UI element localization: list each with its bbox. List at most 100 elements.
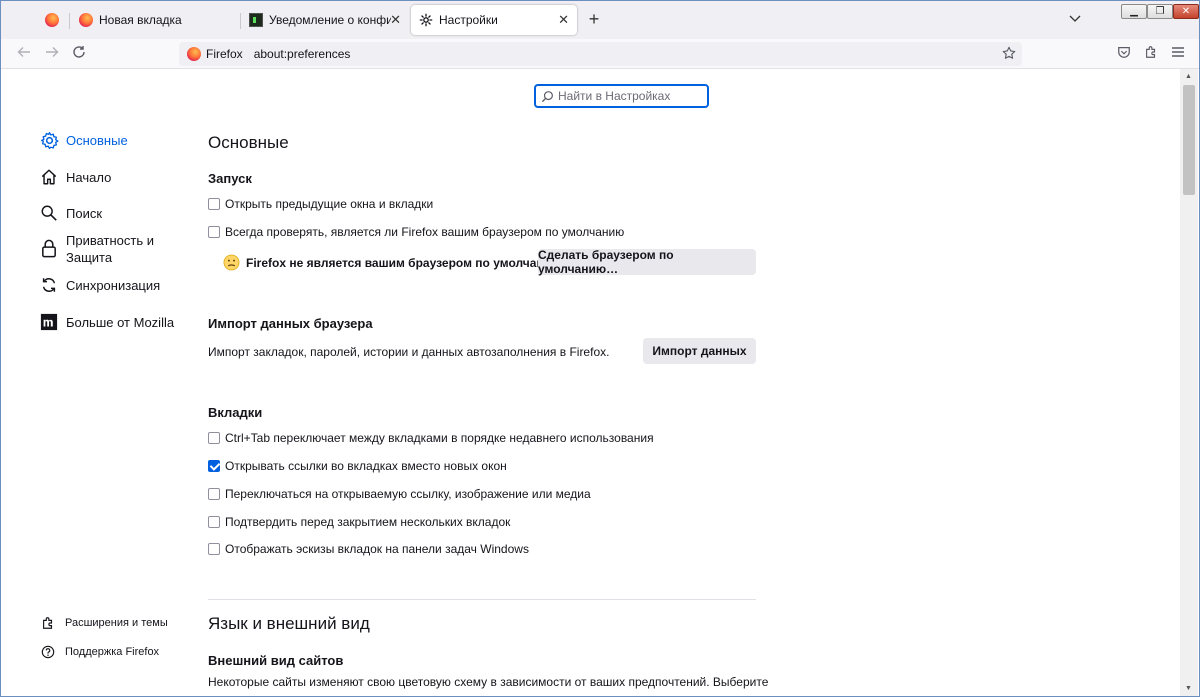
sidebar-item-sync[interactable]: Синхронизация bbox=[39, 275, 176, 295]
new-tab-plus-icon[interactable]: + bbox=[585, 10, 603, 28]
back-arrow-icon[interactable] bbox=[15, 45, 33, 63]
open-links-in-tabs-checkbox[interactable] bbox=[208, 460, 220, 472]
sidebar-link-firefox-support[interactable]: Поддержка Firefox bbox=[41, 645, 159, 659]
tab-new-tab[interactable]: Новая вкладка bbox=[71, 5, 239, 35]
sidebar-item-home[interactable]: Начало bbox=[39, 167, 176, 187]
page-title: Основные bbox=[208, 133, 289, 152]
tab-label: Уведомление о конфиденциа bbox=[269, 13, 391, 27]
sidebar-link-extensions-themes[interactable]: Расширения и темы bbox=[41, 616, 168, 630]
sidebar-item-label: Больше от Mozilla bbox=[66, 315, 175, 330]
browser-window: Новая вкладка Уведомление о конфиденциа … bbox=[0, 0, 1200, 697]
tab-settings[interactable]: Настройки ✕ bbox=[411, 5, 577, 35]
scroll-thumb[interactable] bbox=[1183, 85, 1195, 195]
url-text[interactable]: about:preferences bbox=[254, 47, 351, 61]
ctrl-tab-checkbox-row[interactable]: Ctrl+Tab переключает между вкладками в п… bbox=[208, 431, 654, 445]
restore-session-checkbox-row[interactable]: Открыть предыдущие окна и вкладки bbox=[208, 197, 433, 211]
gear-icon bbox=[419, 13, 433, 27]
sidebar-item-label: Поиск bbox=[66, 206, 103, 221]
switch-to-new-tab-checkbox-row[interactable]: Переключаться на открываемую ссылку, изо… bbox=[208, 487, 591, 501]
sidebar-item-more-from-mozilla[interactable]: Больше от Mozilla bbox=[39, 312, 176, 332]
settings-search-box[interactable] bbox=[534, 84, 709, 108]
sync-icon bbox=[39, 275, 59, 295]
taskbar-previews-checkbox-row[interactable]: Отображать эскизы вкладок на панели зада… bbox=[208, 542, 529, 556]
website-appearance-description: Некоторые сайты изменяют свою цветовую с… bbox=[208, 675, 769, 689]
import-heading: Импорт данных браузера bbox=[208, 316, 373, 331]
make-default-button[interactable]: Сделать браузером по умолчанию… bbox=[538, 248, 756, 276]
firefox-logo-icon bbox=[79, 13, 93, 27]
default-status-text: Firefox не является вашим браузером по у… bbox=[246, 255, 562, 270]
ctrl-tab-checkbox[interactable] bbox=[208, 432, 220, 444]
warn-on-close-checkbox-row[interactable]: Подтвердить перед закрытием нескольких в… bbox=[208, 515, 510, 529]
checkbox-label: Всегда проверять, является ли Firefox ва… bbox=[225, 225, 625, 239]
sidebar-item-label: Приватность и Защита bbox=[66, 233, 155, 265]
import-data-button[interactable]: Импорт данных bbox=[643, 338, 756, 364]
mozilla-icon bbox=[39, 312, 59, 332]
import-description: Импорт закладок, паролей, истории и данн… bbox=[208, 345, 610, 359]
sidebar-item-label: Начало bbox=[66, 170, 112, 185]
tabs-heading: Вкладки bbox=[208, 405, 263, 420]
taskbar-previews-checkbox[interactable] bbox=[208, 543, 220, 555]
maximize-button[interactable]: ❐ bbox=[1147, 4, 1173, 19]
checkbox-label: Отображать эскизы вкладок на панели зада… bbox=[225, 542, 529, 556]
search-icon bbox=[39, 203, 59, 223]
site-identity[interactable]: Firefox bbox=[179, 47, 243, 61]
identity-label: Firefox bbox=[206, 47, 243, 61]
tab-bar: Новая вкладка Уведомление о конфиденциа … bbox=[1, 1, 1199, 39]
tab-pinned-firefox[interactable] bbox=[37, 5, 67, 35]
checkbox-label: Ctrl+Tab переключает между вкладками в п… bbox=[225, 431, 654, 445]
tab-label: Настройки bbox=[439, 13, 498, 27]
reload-icon[interactable] bbox=[70, 45, 88, 63]
address-bar[interactable]: Firefox about:preferences bbox=[179, 42, 1022, 66]
checkbox-label: Открыть предыдущие окна и вкладки bbox=[225, 197, 434, 211]
sidebar-item-label: Основные bbox=[66, 133, 128, 148]
check-default-browser-checkbox-row[interactable]: Всегда проверять, является ли Firefox ва… bbox=[208, 225, 624, 239]
bookmark-star-icon[interactable] bbox=[1002, 46, 1016, 63]
help-icon bbox=[41, 645, 55, 659]
puzzle-icon bbox=[43, 617, 53, 629]
search-icon bbox=[541, 90, 553, 102]
sidebar-item-search[interactable]: Поиск bbox=[39, 203, 176, 223]
home-icon bbox=[39, 167, 59, 187]
checkbox-label: Переключаться на открываемую ссылку, изо… bbox=[225, 487, 591, 501]
tab-privacy-notice[interactable]: Уведомление о конфиденциа ✕ bbox=[241, 5, 409, 35]
sidebar-item-privacy[interactable]: Приватность и Защита bbox=[39, 232, 176, 266]
checkbox-label: Открывать ссылки во вкладках вместо новы… bbox=[225, 459, 507, 473]
minimize-button[interactable]: ▁ bbox=[1121, 4, 1147, 19]
close-tab-icon[interactable]: ✕ bbox=[390, 12, 401, 28]
warn-on-close-checkbox[interactable] bbox=[208, 516, 220, 528]
forward-arrow-icon[interactable] bbox=[43, 45, 61, 63]
website-appearance-heading: Внешний вид сайтов bbox=[208, 653, 344, 668]
hamburger-menu-icon[interactable] bbox=[1169, 45, 1187, 63]
firefox-logo-icon bbox=[187, 47, 201, 61]
extensions-puzzle-icon[interactable] bbox=[1142, 45, 1160, 63]
scroll-down-arrow-icon[interactable]: ▼ bbox=[1185, 685, 1192, 692]
sidebar-item-general[interactable]: Основные bbox=[39, 130, 176, 150]
startup-heading: Запуск bbox=[208, 171, 252, 186]
section-divider bbox=[208, 599, 756, 600]
sad-face-icon bbox=[223, 254, 240, 271]
lock-icon bbox=[39, 238, 59, 258]
restore-session-checkbox[interactable] bbox=[208, 198, 220, 210]
close-tab-icon[interactable]: ✕ bbox=[558, 12, 569, 28]
scroll-up-arrow-icon[interactable]: ▲ bbox=[1185, 73, 1192, 80]
gear-icon bbox=[39, 130, 59, 150]
chevron-down-icon[interactable] bbox=[1069, 12, 1081, 26]
navigation-bar: Firefox about:preferences bbox=[1, 39, 1199, 69]
firefox-logo-icon bbox=[45, 13, 59, 27]
open-links-in-tabs-checkbox-row[interactable]: Открывать ссылки во вкладках вместо новы… bbox=[208, 459, 507, 473]
sidebar-link-label: Расширения и темы bbox=[65, 617, 168, 629]
pocket-icon[interactable] bbox=[1115, 45, 1133, 63]
page-scrollbar[interactable]: ▲ ▼ bbox=[1180, 69, 1198, 696]
default-browser-status: Firefox не является вашим браузером по у… bbox=[223, 254, 561, 271]
close-window-button[interactable]: ✕ bbox=[1173, 4, 1199, 19]
language-appearance-title: Язык и внешний вид bbox=[208, 614, 370, 633]
switch-to-new-tab-checkbox[interactable] bbox=[208, 488, 220, 500]
checkbox-label: Подтвердить перед закрытием нескольких в… bbox=[225, 515, 511, 529]
terminal-icon bbox=[249, 13, 263, 27]
sidebar-item-label: Синхронизация bbox=[66, 278, 161, 293]
tab-separator bbox=[69, 13, 70, 29]
tab-label: Новая вкладка bbox=[99, 13, 182, 27]
settings-search-input[interactable] bbox=[558, 89, 698, 103]
sidebar-link-label: Поддержка Firefox bbox=[65, 646, 160, 658]
check-default-browser-checkbox[interactable] bbox=[208, 226, 220, 238]
